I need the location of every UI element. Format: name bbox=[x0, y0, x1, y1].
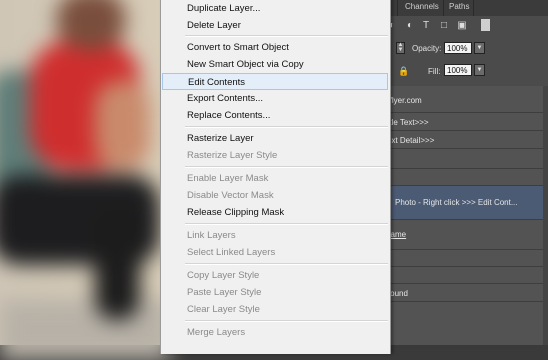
layer-name: Photo - Right click >>> Edit Cont... bbox=[395, 198, 518, 207]
layer-context-menu: Duplicate Layer... Delete Layer Convert to… bbox=[160, 0, 391, 354]
menu-item-release-clipping-mask[interactable]: Release Clipping Mask bbox=[161, 204, 389, 221]
layer-row[interactable]: Photo - Right click >>> Edit Cont... bbox=[383, 186, 548, 220]
fill-dropdown[interactable]: ▼ bbox=[474, 64, 485, 76]
panel-tab-bar: Channels Paths bbox=[383, 0, 548, 16]
layer-row[interactable] bbox=[383, 169, 548, 186]
layer-row[interactable]: Text Detail>>> bbox=[383, 131, 548, 149]
layers-panel: Channels Paths ◐ ◐ T □ ▣ ▲ ▼ Opacity: 100… bbox=[383, 0, 548, 345]
layers-scrollbar[interactable] bbox=[543, 86, 548, 345]
fill-label: Fill: bbox=[428, 67, 441, 76]
shape-filter-icon[interactable]: □ bbox=[439, 20, 449, 32]
menu-item-paste-layer-style: Paste Layer Style bbox=[187, 287, 262, 298]
layer-row[interactable] bbox=[383, 250, 548, 267]
adjustment-filter-icon[interactable]: ◐ bbox=[405, 20, 415, 32]
layer-row[interactable]: o bbox=[383, 149, 548, 169]
menu-item-duplicate-layer[interactable]: Duplicate Layer... bbox=[161, 0, 389, 17]
menu-item-replace-contents[interactable]: Replace Contents... bbox=[161, 107, 389, 124]
menu-item-rasterize-layer[interactable]: Rasterize Layer bbox=[161, 130, 389, 147]
menu-item-copy-layer-style: Copy Layer Style bbox=[187, 270, 260, 281]
menu-separator bbox=[185, 35, 388, 37]
layer-row[interactable]: ground bbox=[383, 284, 548, 302]
layer-row[interactable]: Frame bbox=[383, 220, 548, 250]
type-filter-icon[interactable]: T bbox=[421, 20, 431, 32]
lock-icon[interactable]: 🔒 bbox=[398, 66, 409, 77]
tab-channels[interactable]: Channels bbox=[405, 2, 439, 11]
opacity-dropdown[interactable]: ▼ bbox=[474, 42, 485, 54]
menu-item-export-contents[interactable]: Export Contents... bbox=[161, 90, 389, 107]
layer-row[interactable]: Title Text>>> bbox=[383, 113, 548, 131]
menu-item-new-smart-object-via-copy[interactable]: New Smart Object via Copy bbox=[161, 56, 389, 73]
blend-mode-stepper[interactable]: ▲ ▼ bbox=[396, 42, 405, 54]
menu-item-enable-layer-mask: Enable Layer Mask bbox=[187, 173, 269, 184]
layer-row[interactable]: e bbox=[383, 267, 548, 284]
tab-paths[interactable]: Paths bbox=[449, 2, 469, 11]
layer-row[interactable]: ntflyer.com bbox=[383, 86, 548, 113]
menu-item-edit-contents[interactable]: Edit Contents bbox=[162, 73, 388, 90]
menu-separator bbox=[185, 320, 388, 322]
menu-item-select-linked-layers: Select Linked Layers bbox=[187, 247, 276, 258]
menu-item-merge-layers: Merge Layers bbox=[187, 327, 246, 338]
menu-separator bbox=[185, 263, 388, 265]
filter-toggle-icon[interactable] bbox=[481, 19, 490, 31]
smart-object-filter-icon[interactable]: ▣ bbox=[457, 20, 467, 32]
menu-item-disable-vector-mask: Disable Vector Mask bbox=[187, 190, 274, 201]
opacity-field[interactable]: 100% bbox=[444, 42, 472, 54]
menu-item-convert-to-smart-object[interactable]: Convert to Smart Object bbox=[161, 39, 389, 56]
menu-item-clear-layer-style: Clear Layer Style bbox=[187, 304, 260, 315]
menu-separator bbox=[185, 166, 388, 168]
menu-item-rasterize-layer-style: Rasterize Layer Style bbox=[187, 150, 278, 161]
menu-separator bbox=[185, 223, 388, 225]
menu-separator bbox=[185, 126, 388, 128]
opacity-label: Opacity: bbox=[412, 44, 442, 53]
menu-item-delete-layer[interactable]: Delete Layer bbox=[161, 17, 389, 34]
menu-item-link-layers: Link Layers bbox=[187, 230, 236, 241]
fill-field[interactable]: 100% bbox=[444, 64, 472, 76]
